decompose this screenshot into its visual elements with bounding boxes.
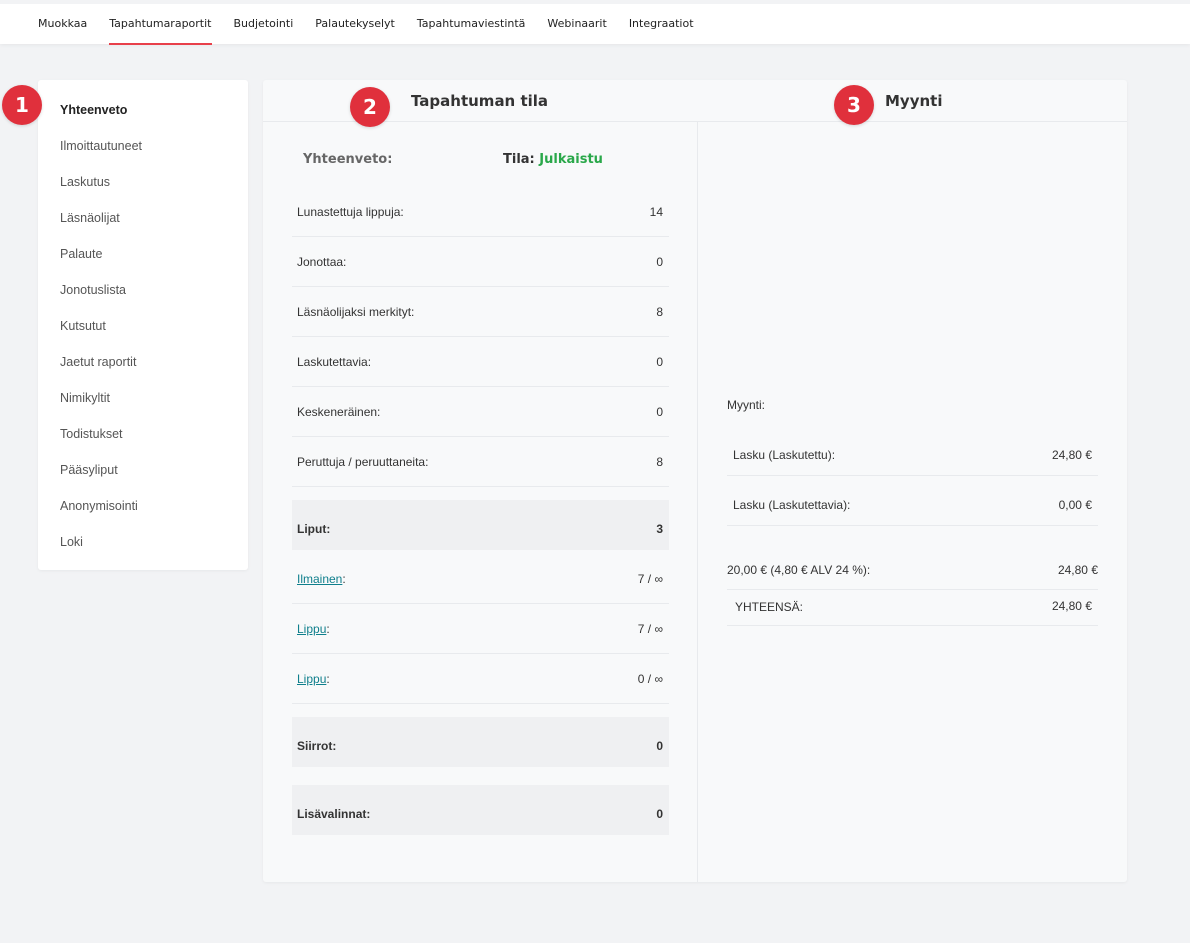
sidebar-item-palaute[interactable]: Palaute <box>60 247 102 261</box>
column-divider <box>697 122 698 882</box>
sales-row-value: 24,80 € <box>1051 448 1092 462</box>
stat-label: Jonottaa: <box>297 255 347 269</box>
sales-row-label: Lasku (Laskutettu): <box>733 448 836 462</box>
status-indicator: Tila: Julkaistu <box>503 152 603 167</box>
tab-muokkaa[interactable]: Muokkaa <box>38 4 87 44</box>
ticket-count: 7 / ∞ <box>637 572 663 586</box>
sidebar-item-jonotuslista[interactable]: Jonotuslista <box>60 283 126 297</box>
sidebar-item-todistukset[interactable]: Todistukset <box>60 427 123 441</box>
extras-row: Lisävalinnat: 0 <box>292 785 669 835</box>
sidebar-item-loki[interactable]: Loki <box>60 535 83 549</box>
sidebar-item-paasyliput[interactable]: Pääsyliput <box>60 463 118 477</box>
total-value: 24,80 € <box>1051 599 1092 613</box>
stat-label: Peruttuja / peruuttaneita: <box>297 455 429 469</box>
vat-label: 20,00 € (4,80 € ALV 24 %): <box>727 563 871 577</box>
ticket-row: Ilmainen: 7 / ∞ <box>292 554 669 604</box>
nav-tabs: Muokkaa Tapahtumaraportit Budjetointi Pa… <box>38 4 716 45</box>
summary-label: Yhteenveto: <box>303 152 393 167</box>
transfers-row: Siirrot: 0 <box>292 717 669 767</box>
ticket-row: Lippu: 0 / ∞ <box>292 654 669 704</box>
tab-integraatiot[interactable]: Integraatiot <box>629 4 694 44</box>
stat-value: 0 <box>656 255 663 269</box>
ticket-row: Lippu: 7 / ∞ <box>292 604 669 654</box>
stat-value: 8 <box>656 455 663 469</box>
stat-row: Laskutettavia: 0 <box>292 337 669 387</box>
stat-row: Jonottaa: 0 <box>292 237 669 287</box>
sales-panel-title: Myynti <box>885 92 943 110</box>
ticket-count: 0 / ∞ <box>637 672 663 686</box>
sidebar-item-lasnaolijat[interactable]: Läsnäolijat <box>60 211 120 225</box>
tickets-value: 3 <box>656 522 663 536</box>
stat-label: Laskutettavia: <box>297 355 372 369</box>
tab-tapahtumaraportit[interactable]: Tapahtumaraportit <box>109 4 212 45</box>
transfers-value: 0 <box>656 739 663 753</box>
ticket-link[interactable]: Lippu <box>297 622 326 636</box>
sidebar-item-kutsutut[interactable]: Kutsutut <box>60 319 106 333</box>
step-badge-1: 1 <box>2 85 42 125</box>
stat-label: Keskeneräinen: <box>297 405 381 419</box>
sales-label: Myynti: <box>727 398 766 412</box>
tickets-label: Liput: <box>297 522 331 536</box>
stat-row: Peruttuja / peruuttaneita: 8 <box>292 437 669 487</box>
stat-row: Keskeneräinen: 0 <box>292 387 669 437</box>
top-navigation: Muokkaa Tapahtumaraportit Budjetointi Pa… <box>0 0 1190 45</box>
stat-row: Lunastettuja lippuja: 14 <box>292 187 669 237</box>
sales-row-value: 0,00 € <box>1058 498 1092 512</box>
ticket-link[interactable]: Lippu <box>297 672 326 686</box>
tab-budjetointi[interactable]: Budjetointi <box>234 4 294 44</box>
tickets-group-row: Liput: 3 <box>292 500 669 550</box>
sales-row: Lasku (Laskutettavia): 0,00 € <box>727 476 1098 526</box>
stat-value: 0 <box>656 405 663 419</box>
extras-label: Lisävalinnat: <box>297 807 371 821</box>
status-label: Tila: <box>503 152 535 167</box>
transfers-label: Siirrot: <box>297 739 337 753</box>
vat-value: 24,80 € <box>1057 563 1098 577</box>
report-card: Tapahtuman tila Myynti Yhteenveto: Tila:… <box>263 80 1127 882</box>
status-panel-title: Tapahtuman tila <box>411 92 549 110</box>
total-row: YHTEENSÄ: 24,80 € <box>727 590 1098 626</box>
stat-label: Läsnäolijaksi merkityt: <box>297 305 415 319</box>
status-value: Julkaistu <box>539 152 603 167</box>
sidebar-item-ilmoittautuneet[interactable]: Ilmoittautuneet <box>60 139 142 153</box>
stat-value: 8 <box>656 305 663 319</box>
extras-value: 0 <box>656 807 663 821</box>
tab-webinaarit[interactable]: Webinaarit <box>547 4 606 44</box>
step-badge-3: 3 <box>834 85 874 125</box>
stat-value: 0 <box>656 355 663 369</box>
sales-row-label: Lasku (Laskutettavia): <box>733 498 851 512</box>
sidebar: Yhteenveto Ilmoittautuneet Laskutus Läsn… <box>38 80 248 570</box>
sidebar-item-yhteenveto[interactable]: Yhteenveto <box>60 103 127 117</box>
sidebar-item-jaetut-raportit[interactable]: Jaetut raportit <box>60 355 136 369</box>
stat-row: Läsnäolijaksi merkityt: 8 <box>292 287 669 337</box>
header-divider <box>263 121 1127 122</box>
tab-tapahtumaviestinta[interactable]: Tapahtumaviestintä <box>417 4 526 44</box>
vat-row: 20,00 € (4,80 € ALV 24 %): 24,80 € <box>727 554 1098 590</box>
sidebar-item-nimikyltit[interactable]: Nimikyltit <box>60 391 110 405</box>
sidebar-item-laskutus[interactable]: Laskutus <box>60 175 110 189</box>
ticket-link[interactable]: Ilmainen <box>297 572 342 586</box>
stat-value: 14 <box>649 205 663 219</box>
stat-label: Lunastettuja lippuja: <box>297 205 404 219</box>
total-label: YHTEENSÄ: <box>735 600 804 614</box>
step-badge-2: 2 <box>350 87 390 127</box>
sidebar-item-anonymisointi[interactable]: Anonymisointi <box>60 499 138 513</box>
ticket-count: 7 / ∞ <box>637 622 663 636</box>
tab-palautekyselyt[interactable]: Palautekyselyt <box>315 4 395 44</box>
sales-row: Lasku (Laskutettu): 24,80 € <box>727 430 1098 476</box>
